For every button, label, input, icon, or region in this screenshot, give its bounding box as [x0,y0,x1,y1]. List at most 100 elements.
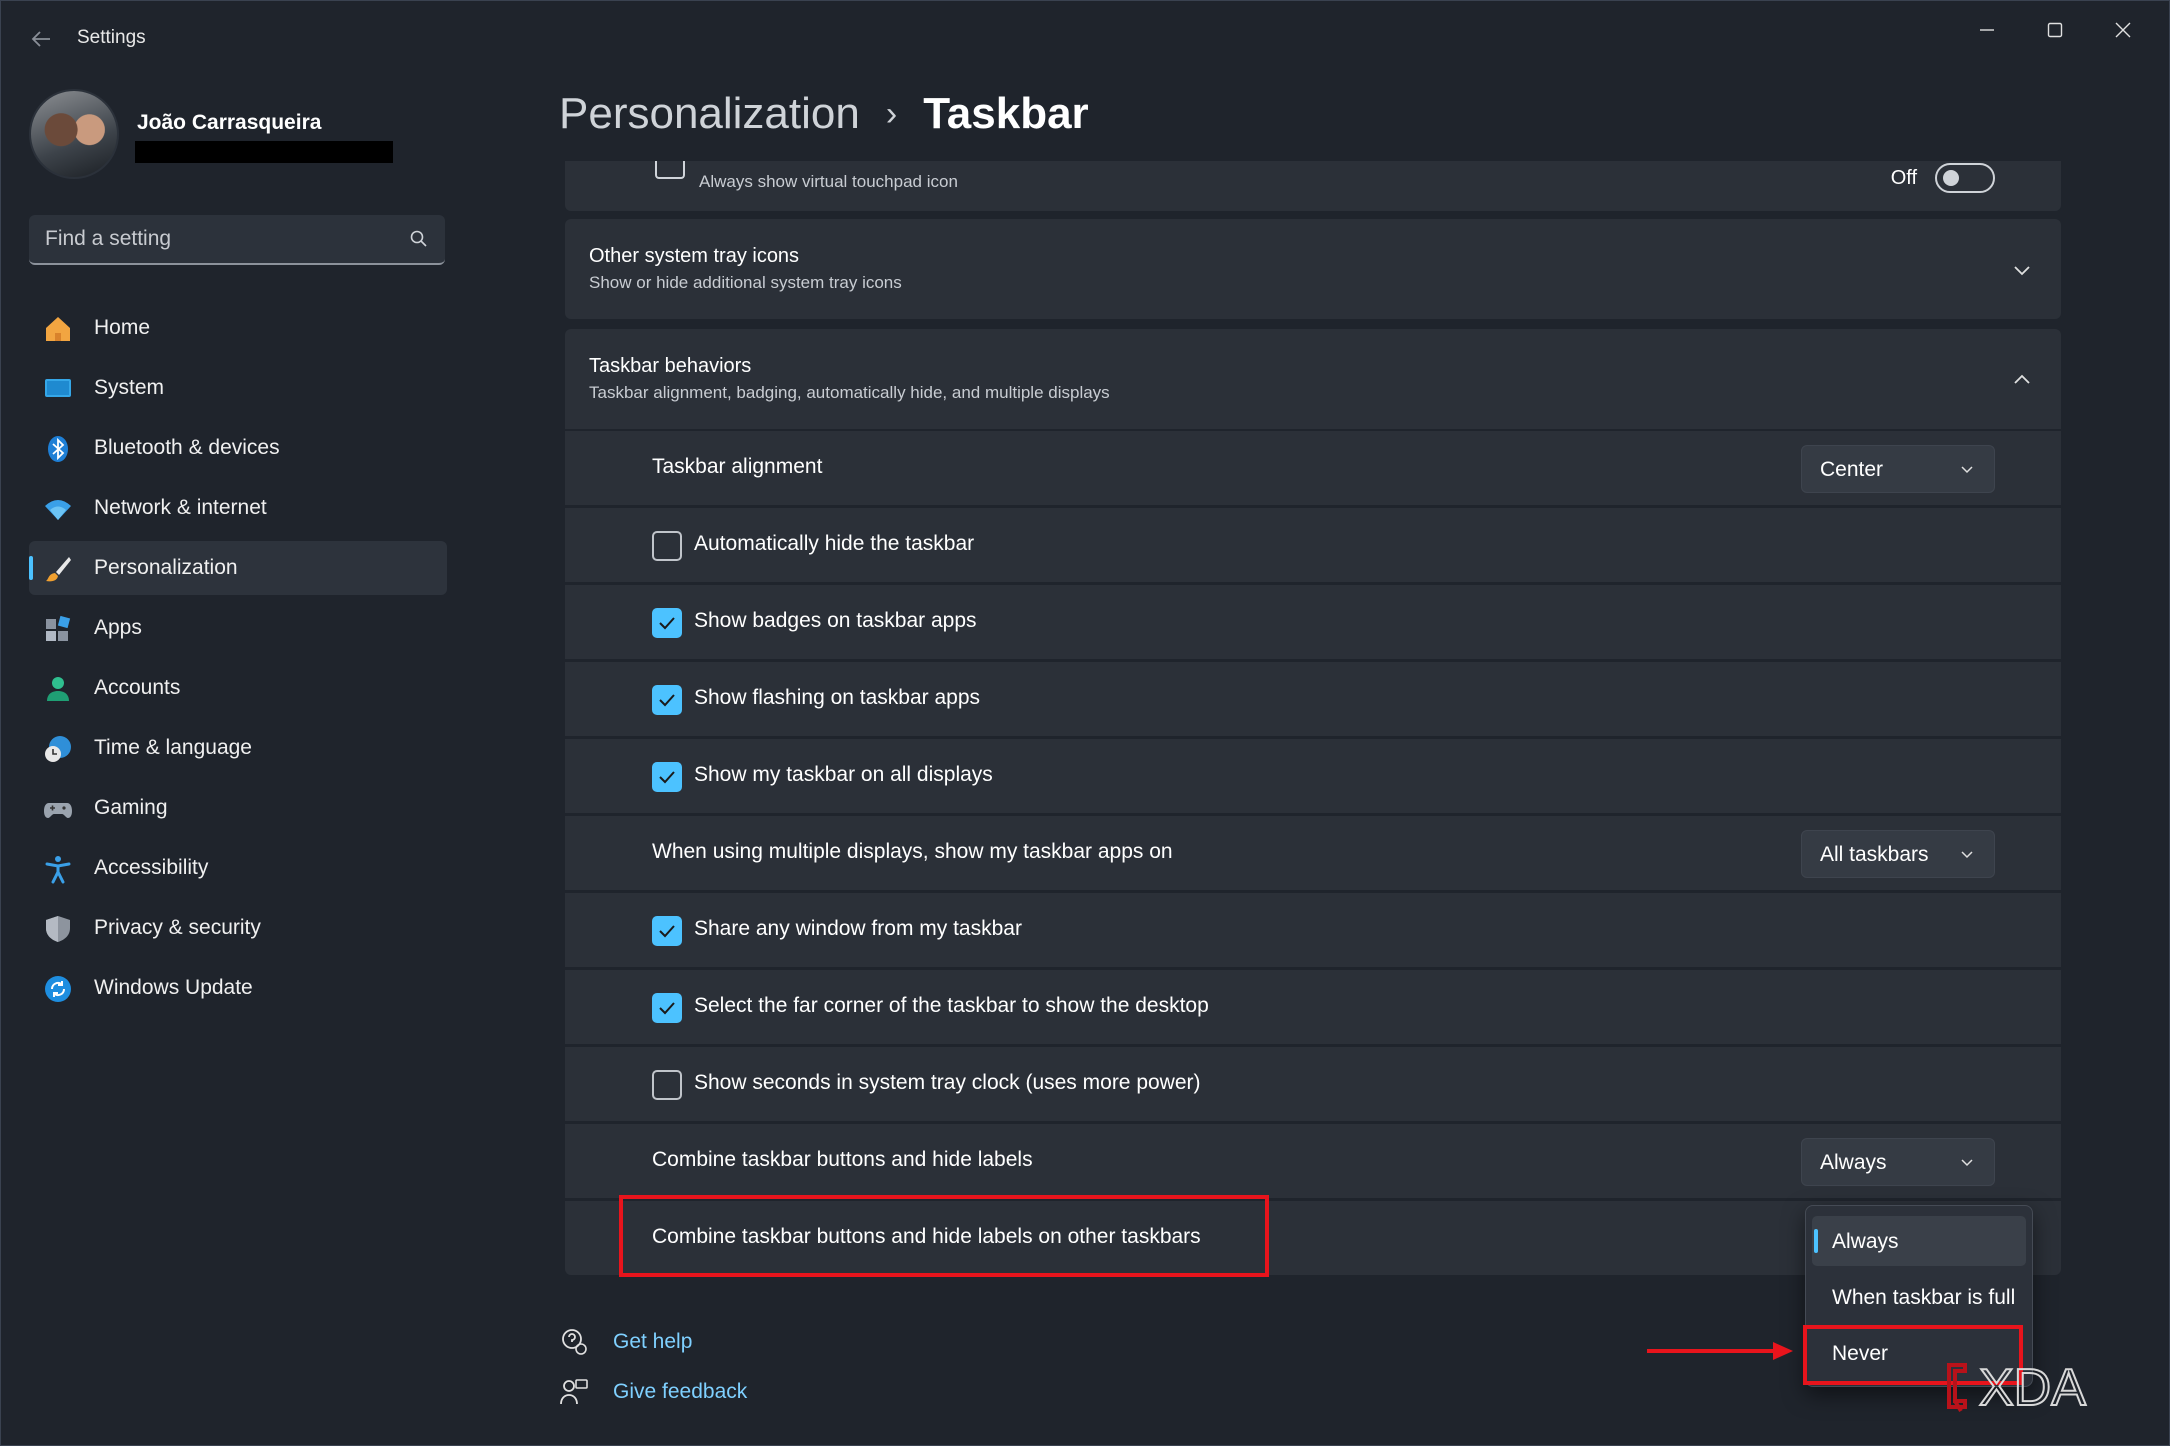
tray-icons-title: Other system tray icons [589,245,800,267]
sidebar-item-network[interactable]: Network & internet [29,481,447,535]
sidebar-item-bluetooth[interactable]: Bluetooth & devices [29,421,447,475]
red-arrow-icon [1647,1342,1793,1360]
sidebar-item-accessibility[interactable]: Accessibility [29,841,447,895]
sidebar-item-label: Network & internet [94,496,267,519]
sidebar-item-label: Windows Update [94,976,253,999]
tray-icons-subtitle: Show or hide additional system tray icon… [589,273,902,292]
dropdown-option-when-full[interactable]: When taskbar is full [1812,1272,2026,1322]
title-bar: Settings [1,1,2169,77]
auto-hide-label: Automatically hide the taskbar [694,532,975,555]
alignment-value: Center [1820,458,1884,481]
profile-name: João Carrasqueira [137,111,322,134]
combine-value: Always [1820,1151,1887,1174]
breadcrumb-parent[interactable]: Personalization [559,89,860,139]
combine-row: Combine taskbar buttons and hide labels … [565,1122,2061,1198]
flashing-label: Show flashing on taskbar apps [694,686,981,709]
back-arrow-icon [31,31,50,47]
sidebar-item-label: Time & language [94,736,252,759]
multi-display-row: When using multiple displays, show my ta… [565,814,2061,890]
sidebar-item-time-language[interactable]: Time & language [29,721,447,775]
dropdown-option-label: Always [1832,1230,1899,1253]
dropdown-option-always[interactable]: Always [1812,1216,2026,1266]
accessibility-icon [45,856,71,884]
far-corner-label: Select the far corner of the taskbar to … [694,994,1209,1017]
sidebar-item-label: Accounts [94,676,181,699]
touchpad-icon [655,161,685,179]
give-feedback-label: Give feedback [613,1380,748,1403]
sidebar-item-label: Home [94,316,151,339]
brush-icon [46,557,71,582]
toggle-knob [1943,170,1959,186]
chevron-up-icon[interactable] [2013,371,2031,389]
chevron-down-icon[interactable] [2013,261,2031,279]
checkmark-icon [659,1002,675,1015]
virtual-touchpad-toggle[interactable] [1935,163,1995,193]
maximize-button[interactable] [2021,9,2089,53]
combine-select[interactable]: Always [1801,1138,1995,1186]
bluetooth-icon [48,436,68,462]
breadcrumb-separator: › [885,94,898,133]
chevron-down-icon [1961,466,1973,474]
back-button[interactable] [21,21,61,57]
chevron-down-icon [1961,1159,1973,1167]
update-icon [45,976,71,1002]
sidebar-item-windows-update[interactable]: Windows Update [29,961,447,1015]
multi-display-select[interactable]: All taskbars [1801,830,1995,878]
sidebar-item-system[interactable]: System [29,361,447,415]
sidebar-item-accounts[interactable]: Accounts [29,661,447,715]
home-icon [46,317,70,341]
virtual-touchpad-card[interactable]: Always show virtual touchpad icon Off [565,161,2061,211]
multi-display-value: All taskbars [1820,843,1929,866]
toggle-state-label: Off [1890,167,1917,189]
page-title: Taskbar [923,89,1089,138]
sidebar-item-apps[interactable]: Apps [29,601,447,655]
virtual-touchpad-subtitle: Always show virtual touchpad icon [699,172,958,191]
badges-row: Show badges on taskbar apps [565,583,2061,659]
settings-window: Settings João Carrasqueira Home System B… [0,0,2170,1446]
flashing-checkbox[interactable] [652,685,682,715]
gamepad-icon [44,803,72,818]
checkmark-icon [659,925,675,938]
share-window-checkbox[interactable] [652,916,682,946]
multi-display-label: When using multiple displays, show my ta… [652,840,1173,863]
combine-label: Combine taskbar buttons and hide labels [652,1148,1033,1171]
seconds-checkbox[interactable] [652,1070,682,1100]
get-help-label: Get help [613,1330,693,1353]
close-button[interactable] [2089,9,2157,53]
watermark-text: XDA [1979,1359,2086,1417]
maximize-icon [2047,22,2063,38]
all-displays-checkbox[interactable] [652,762,682,792]
sidebar-item-home[interactable]: Home [29,301,447,355]
auto-hide-checkbox[interactable] [652,531,682,561]
checkmark-icon [659,771,675,784]
search-input[interactable] [45,227,385,251]
redacted-email-bar [135,141,393,163]
sidebar-item-gaming[interactable]: Gaming [29,781,447,835]
taskbar-behaviors-card[interactable]: Taskbar behaviors Taskbar alignment, bad… [565,329,2061,429]
minimize-icon [1980,29,1994,31]
other-tray-icons-card[interactable]: Other system tray icons Show or hide add… [565,219,2061,319]
alignment-select[interactable]: Center [1801,445,1995,493]
shield-icon [46,916,70,942]
behaviors-title: Taskbar behaviors [589,355,752,377]
search-icon[interactable] [409,229,429,249]
search-box[interactable] [29,215,445,265]
auto-hide-row: Automatically hide the taskbar [565,506,2061,582]
app-title: Settings [77,27,146,48]
sidebar-item-label: Apps [94,616,142,639]
breadcrumb: Personalization › Taskbar [559,89,1089,139]
checkmark-icon [659,694,675,707]
seconds-label: Show seconds in system tray clock (uses … [694,1071,1201,1094]
sidebar-item-privacy[interactable]: Privacy & security [29,901,447,955]
sidebar-item-label: System [94,376,165,399]
avatar[interactable] [29,89,119,179]
sidebar-item-personalization[interactable]: Personalization [29,541,447,595]
checkmark-icon [659,617,675,630]
minimize-button[interactable] [1953,9,2021,53]
dropdown-option-label: When taskbar is full [1832,1286,2016,1309]
far-corner-checkbox[interactable] [652,993,682,1023]
badges-checkbox[interactable] [652,608,682,638]
give-feedback-link[interactable]: Give feedback [559,1377,747,1407]
get-help-link[interactable]: Get help [559,1327,692,1357]
person-icon [47,677,69,701]
